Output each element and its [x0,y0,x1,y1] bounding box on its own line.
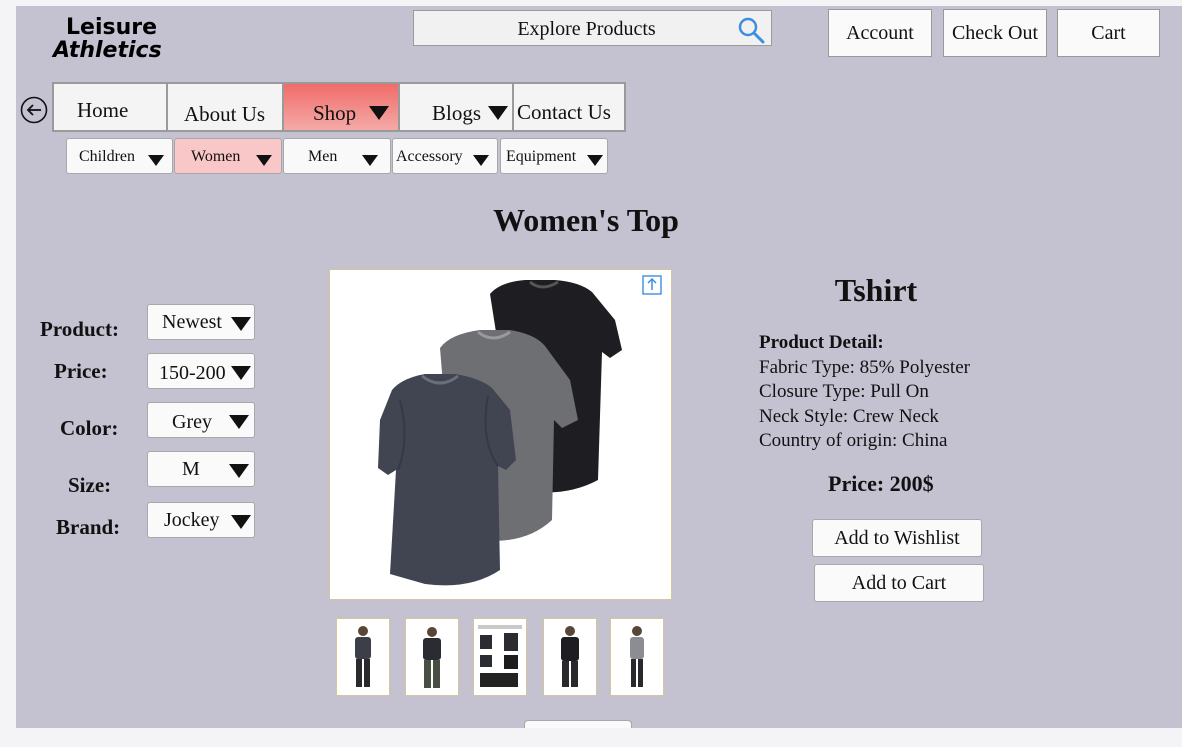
filter-size-value: M [182,458,200,480]
thumbnail-image[interactable] [405,618,459,696]
product-details: Product Detail: Fabric Type: 85% Polyest… [759,331,970,454]
nav-shop[interactable]: Shop [284,84,400,130]
caret-down-icon [148,155,164,166]
filter-color-value: Grey [172,411,212,433]
search-label: Explore Products [517,18,656,40]
thumbnail-image[interactable] [543,618,597,696]
subnav-men[interactable]: Men [283,138,391,174]
caret-down-icon [231,317,251,331]
model-thumbnail-image [423,627,441,688]
nav-contact-label: Contact Us [517,100,611,124]
tshirt-stack-image [378,280,622,586]
filter-brand-value: Jockey [164,509,220,531]
nav-about-label: About Us [184,102,266,126]
product-price: Price: 200$ [828,471,934,496]
nav-blogs[interactable]: Blogs [400,84,514,130]
main-nav: Home About Us Shop Blogs Contact Us [52,82,626,132]
subnav-children[interactable]: Children [66,138,173,174]
nav-shop-label: Shop [313,101,357,125]
share-icon[interactable] [642,275,662,295]
cart-button[interactable]: Cart [1057,9,1160,57]
thumbnail-image[interactable] [473,618,527,696]
page-canvas: Leisure Athletics Explore Products Accou… [16,6,1182,728]
subnav-women[interactable]: Women [174,138,282,174]
filter-color-select[interactable]: Grey [147,402,255,438]
caret-down-icon [488,106,508,120]
subnav-equipment[interactable]: Equipment [500,138,608,174]
subnav-equipment-label: Equipment [506,148,577,165]
caret-down-icon [256,155,272,166]
subnav-accessory[interactable]: Accessory [392,138,498,174]
caret-down-icon [229,464,249,478]
caret-down-icon [369,106,389,120]
model-thumbnail-image [561,626,579,687]
filter-price-select[interactable]: 150-200 [147,353,255,389]
filter-size-select[interactable]: M [147,451,255,487]
detail-line: Neck Style: Crew Neck [759,405,939,427]
subnav-women-label: Women [191,148,241,165]
nav-home-label: Home [77,98,129,122]
filter-product-select[interactable]: Newest [147,304,255,340]
account-button[interactable]: Account [828,9,932,57]
model-thumbnail-image [355,626,371,687]
subnav-men-label: Men [308,148,338,165]
filter-price-value: 150-200 [159,362,226,384]
partially-visible-button[interactable] [524,720,632,728]
thumbnail-image[interactable] [610,618,664,696]
caret-down-icon [231,515,251,529]
model-thumbnail-image [630,626,644,687]
nav-home[interactable]: Home [54,84,168,130]
checkout-button[interactable]: Check Out [943,9,1047,57]
search-icon[interactable] [736,15,766,45]
detail-line: Fabric Type: 85% Polyester [759,356,970,378]
filter-product-label: Product: [40,317,119,341]
detail-heading: Product Detail: [759,332,884,353]
search-bar[interactable]: Explore Products [413,10,772,46]
add-to-cart-button[interactable]: Add to Cart [814,564,984,602]
size-chart-thumbnail-image [478,625,522,687]
product-name: Tshirt [834,272,918,308]
detail-line: Closure Type: Pull On [759,381,929,402]
filter-size-label: Size: [68,473,112,497]
nav-blogs-label: Blogs [432,101,482,125]
caret-down-icon [231,366,251,380]
filter-price-label: Price: [54,359,108,383]
thumbnail-image[interactable] [336,618,390,696]
product-main-image[interactable] [329,269,672,600]
filter-product-value: Newest [162,311,222,333]
back-arrow-icon[interactable] [20,96,48,124]
filter-brand-label: Brand: [56,515,121,539]
page-title: Women's Top [493,202,679,238]
filter-brand-select[interactable]: Jockey [147,502,255,538]
caret-down-icon [473,155,489,166]
caret-down-icon [587,155,603,166]
logo-line1[interactable]: Leisure [66,16,157,40]
add-to-wishlist-button[interactable]: Add to Wishlist [812,519,982,557]
nav-contact[interactable]: Contact Us [514,84,624,130]
logo-line2[interactable]: Athletics [53,39,162,63]
subnav-accessory-label: Accessory [396,148,463,165]
caret-down-icon [229,415,249,429]
filter-color-label: Color: [60,416,119,440]
nav-about[interactable]: About Us [168,84,284,130]
detail-line: Country of origin: China [759,430,948,451]
caret-down-icon [362,155,378,166]
subnav-children-label: Children [79,148,135,165]
